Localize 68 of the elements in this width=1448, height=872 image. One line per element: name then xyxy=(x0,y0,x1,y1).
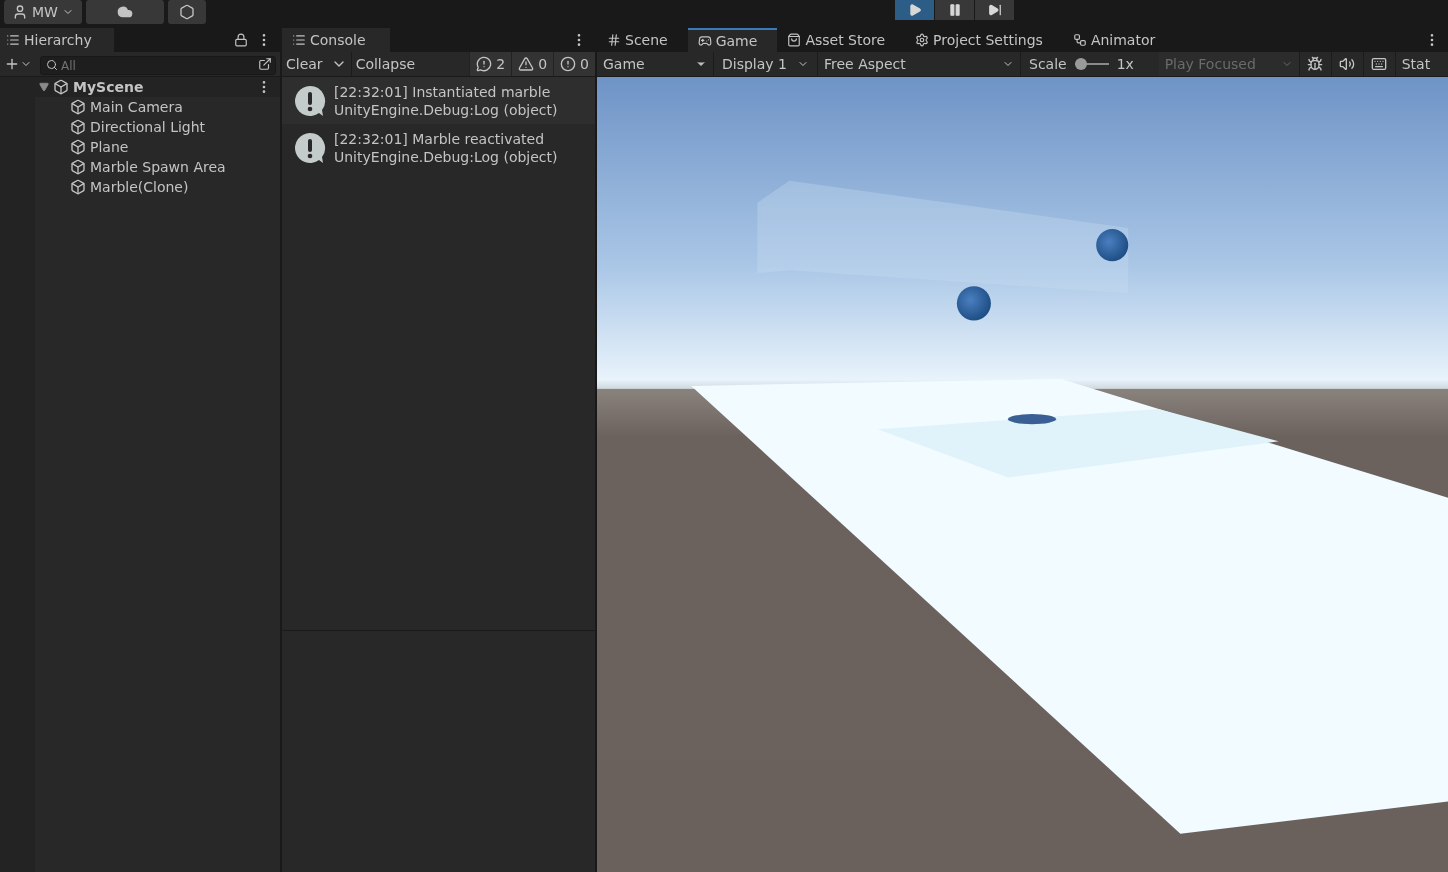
log-source: UnityEngine.Debug:Log (object) xyxy=(334,147,558,166)
cloud-button[interactable] xyxy=(85,0,164,24)
popout-icon[interactable] xyxy=(258,56,272,71)
hierarchy-item[interactable]: Marble(Clone) xyxy=(35,177,280,197)
settings-icon xyxy=(915,33,930,47)
view-tab[interactable]: Game xyxy=(687,28,778,52)
hierarchy-tab[interactable]: Hierarchy xyxy=(0,28,114,52)
scale-value: 1x xyxy=(1116,54,1135,74)
aspect-dropdown[interactable]: Free Aspect xyxy=(817,52,1020,76)
expand-arrow-icon[interactable] xyxy=(39,82,49,92)
cube-icon xyxy=(70,119,86,135)
speaker-icon xyxy=(1339,56,1356,72)
warning-counter[interactable]: 0 xyxy=(511,52,554,76)
log-message: [22:32:01] Instantiated marble xyxy=(334,82,552,101)
animator-icon xyxy=(1072,33,1087,47)
hexagon-button[interactable] xyxy=(167,0,206,24)
cube-icon xyxy=(70,139,86,155)
console-icon xyxy=(292,33,306,47)
lock-icon[interactable] xyxy=(234,33,248,47)
error-counter[interactable]: 0 xyxy=(553,52,595,76)
list-icon xyxy=(6,33,20,47)
scene-icon xyxy=(607,33,621,47)
play-icon xyxy=(907,3,922,17)
bug-icon xyxy=(1307,56,1324,72)
cube-icon xyxy=(70,99,86,115)
scene-row[interactable]: MyScene xyxy=(35,77,280,97)
step-button[interactable] xyxy=(975,0,1014,20)
hierarchy-item[interactable]: Directional Light xyxy=(35,117,280,137)
scale-slider[interactable] xyxy=(1074,58,1109,70)
info-icon xyxy=(294,131,326,164)
stats-button[interactable]: Stat xyxy=(1394,52,1431,76)
game-icon xyxy=(697,34,712,48)
pause-button[interactable] xyxy=(935,0,974,20)
log-entry[interactable]: [22:32:01] Instantiated marble UnityEngine.Debug:Log (object) xyxy=(282,77,595,124)
mode-dropdown[interactable]: Game xyxy=(597,52,713,76)
clear-button[interactable]: Clear xyxy=(282,52,327,76)
hierarchy-item[interactable]: Marble Spawn Area xyxy=(35,157,280,177)
account-dropdown[interactable]: MW xyxy=(4,0,82,24)
hierarchy-item[interactable]: Plane xyxy=(35,137,280,157)
store-icon xyxy=(787,33,802,47)
console-tab[interactable]: Console xyxy=(282,28,390,52)
slider-thumb[interactable] xyxy=(1074,58,1087,70)
step-icon xyxy=(987,3,1002,17)
search-field[interactable]: All xyxy=(40,56,276,75)
cube-icon xyxy=(70,159,86,175)
scene-name: MyScene xyxy=(73,77,145,97)
log-message: [22:32:01] Marble reactivated xyxy=(334,129,546,148)
add-dropdown[interactable] xyxy=(4,56,32,72)
collapse-button[interactable]: Collapse xyxy=(350,52,420,76)
log-counter[interactable]: 2 xyxy=(469,52,512,76)
account-icon xyxy=(12,4,28,20)
hierarchy-item[interactable]: Main Camera xyxy=(35,97,280,117)
error-icon xyxy=(560,56,577,72)
search-icon xyxy=(46,58,58,71)
play-button[interactable] xyxy=(895,0,934,20)
cloud-icon xyxy=(116,4,133,20)
keyboard-icon xyxy=(1371,56,1388,72)
cube-icon xyxy=(70,179,86,195)
display-dropdown[interactable]: Display 1 xyxy=(713,52,817,76)
unity-scene-icon xyxy=(53,79,69,95)
hexagon-icon xyxy=(178,4,195,20)
log-icon xyxy=(476,56,493,72)
pause-icon xyxy=(947,3,962,17)
info-icon xyxy=(294,84,326,117)
log-source: UnityEngine.Debug:Log (object) xyxy=(334,100,558,119)
scale-label: Scale xyxy=(1029,54,1067,74)
plus-icon xyxy=(4,56,20,72)
warning-icon xyxy=(518,56,535,72)
